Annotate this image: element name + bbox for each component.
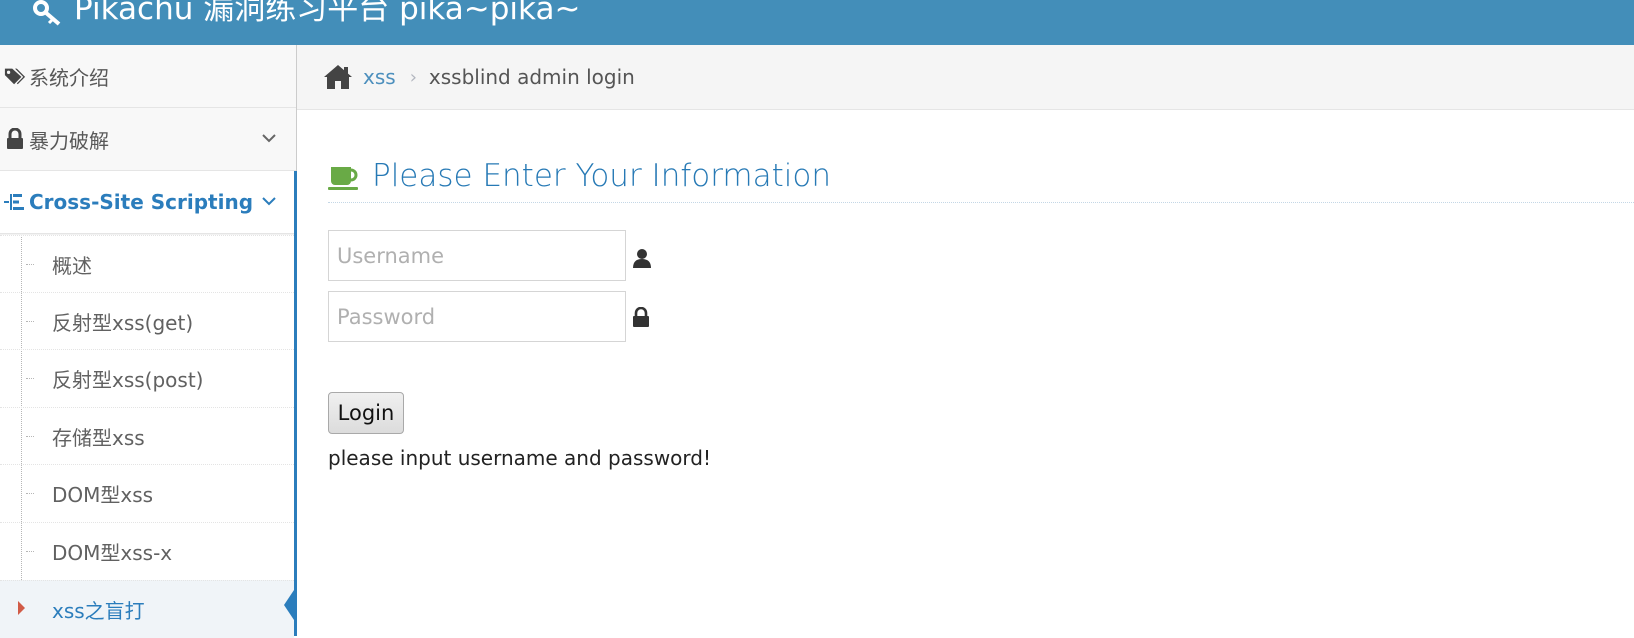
submenu-item-label: 反射型xss(post) (52, 368, 204, 392)
status-message: please input username and password! (328, 446, 711, 470)
submenu-item-label: xss之盲打 (52, 599, 145, 623)
sidebar-item-label: 系统介绍 (29, 65, 109, 90)
sidebar-item-xss[interactable]: Cross-Site Scripting (0, 171, 296, 234)
page-header: Please Enter Your Information (328, 150, 1634, 203)
sidebar-item-bruteforce[interactable]: 暴力破解 (0, 108, 296, 171)
sidebar: 系统介绍 暴力破解 Cross-Site Scripting 概述 反射型xss… (0, 45, 297, 638)
key-icon (33, 0, 61, 26)
brand-title: Pikachu 漏洞练习平台 pika~pika~ (74, 0, 581, 27)
breadcrumb-link-xss[interactable]: xss (363, 65, 396, 89)
coffee-cup-icon (328, 167, 358, 190)
breadcrumb-separator: › (409, 66, 417, 88)
home-icon[interactable] (323, 63, 353, 91)
tags-icon (4, 65, 26, 87)
password-input[interactable] (328, 291, 626, 342)
user-icon (633, 249, 651, 268)
submenu-item-label: 存储型xss (52, 426, 145, 450)
caret-right-icon (18, 601, 25, 615)
submenu-item-reflected-get[interactable]: 反射型xss(get) (0, 292, 294, 350)
sidebar-item-intro[interactable]: 系统介绍 (0, 45, 296, 108)
submenu-item-label: DOM型xss-x (52, 541, 173, 565)
lock-icon (4, 128, 26, 150)
submenu-item-overview[interactable]: 概述 (0, 235, 294, 293)
submenu-item-dom-x[interactable]: DOM型xss-x (0, 522, 294, 580)
submenu-item-blind[interactable]: xss之盲打 (0, 580, 296, 638)
breadcrumb-current: xssblind admin login (428, 65, 635, 89)
breadcrumb: xss › xssblind admin login (297, 45, 1634, 110)
lock-icon (633, 307, 649, 327)
active-indicator (294, 171, 297, 636)
brand[interactable]: Pikachu 漏洞练习平台 pika~pika~ (32, 0, 580, 34)
submenu-item-label: 反射型xss(get) (52, 311, 194, 335)
chevron-down-icon (262, 134, 276, 143)
top-navbar: Pikachu 漏洞练习平台 pika~pika~ (0, 0, 1634, 45)
sidebar-item-label: Cross-Site Scripting (29, 190, 254, 214)
submenu-item-stored[interactable]: 存储型xss (0, 407, 294, 465)
submenu-item-reflected-post[interactable]: 反射型xss(post) (0, 349, 294, 407)
login-button[interactable]: Login (328, 392, 404, 434)
list-tree-icon (4, 191, 26, 213)
chevron-down-icon (262, 197, 276, 206)
page-title: Please Enter Your Information (372, 158, 831, 194)
submenu-item-label: DOM型xss (52, 483, 154, 507)
submenu-item-label: 概述 (52, 254, 92, 278)
submenu-item-dom[interactable]: DOM型xss (0, 464, 294, 522)
username-input[interactable] (328, 230, 626, 281)
sidebar-item-label: 暴力破解 (29, 128, 109, 153)
xss-submenu: 概述 反射型xss(get) 反射型xss(post) 存储型xss DOM型x… (0, 235, 296, 638)
